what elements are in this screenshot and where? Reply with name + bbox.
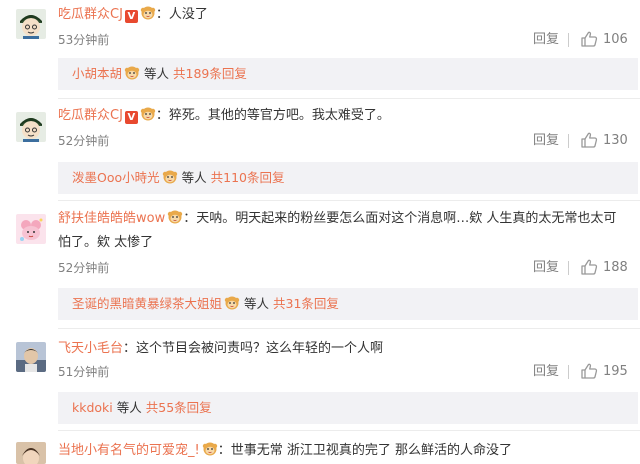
username-link[interactable]: 舒扶佳皓皓皓wow — [58, 211, 165, 226]
replies-summary[interactable]: kkdoki 等人 共55条回复 — [58, 392, 638, 424]
monkey-emoji-icon — [140, 107, 156, 121]
avatar[interactable] — [16, 112, 46, 142]
reply-button[interactable]: 回复 — [533, 364, 559, 380]
reply-count-link[interactable]: 共189条回复 — [173, 66, 247, 81]
comment-divider — [58, 328, 640, 329]
action-divider — [568, 134, 569, 148]
comment-text: ：这个节目会被问责吗？这么年轻的一个人啊 — [123, 341, 384, 356]
comment-item: 飞天小毛台：这个节目会被问责吗？这么年轻的一个人啊 51分钟前 回复 195 k… — [0, 330, 640, 430]
comment-text: ：世事无常 浙江卫视真的完了 那么鲜活的人命没了 — [217, 443, 512, 458]
reply-username-link[interactable]: 小胡本胡 — [72, 66, 122, 81]
action-divider — [568, 365, 569, 379]
comment-text: ：天呐。明天起来的粉丝要怎么面对这个消息啊…欸 人生真的太无常也太可 — [183, 211, 617, 226]
comment-time: 53分钟前 — [58, 33, 110, 47]
username-link[interactable]: 飞天小毛台 — [58, 341, 123, 356]
like-count: 106 — [603, 32, 628, 47]
comment-item: 吃瓜群众CJ V ：猝死。其他的等官方吧。我太难受了。 52分钟前 回复 130 泼… — [0, 100, 640, 200]
reply-count-link[interactable]: 共31条回复 — [273, 296, 339, 311]
username-link[interactable]: 吃瓜群众CJ — [58, 108, 123, 123]
reply-count-link[interactable]: 共55条回复 — [146, 400, 212, 415]
monkey-emoji-icon — [140, 6, 156, 20]
comment-header: 吃瓜群众CJ V ：猝死。其他的等官方吧。我太难受了。 — [58, 107, 390, 125]
comment-text: ：猝死。其他的等官方吧。我太难受了。 — [155, 108, 390, 123]
thumbs-up-icon[interactable] — [580, 258, 598, 276]
comment-time: 52分钟前 — [58, 134, 110, 148]
username-link[interactable]: 当地小有名气的可爱宠_! — [58, 443, 200, 458]
comment-header: 飞天小毛台：这个节目会被问责吗？这么年轻的一个人啊 — [58, 340, 383, 358]
comment-divider — [58, 98, 640, 99]
reply-button[interactable]: 回复 — [533, 32, 559, 48]
thumbs-up-icon[interactable] — [580, 362, 598, 380]
reply-etc-label: 等人 — [144, 66, 170, 81]
monkey-emoji-icon — [224, 296, 240, 310]
monkey-emoji-icon — [162, 170, 178, 184]
reply-username-link[interactable]: kkdoki — [72, 400, 113, 415]
avatar[interactable] — [16, 9, 46, 39]
monkey-emoji-icon — [167, 210, 183, 224]
monkey-emoji-icon — [124, 66, 140, 80]
verified-badge-icon: V — [124, 10, 138, 23]
reply-button[interactable]: 回复 — [533, 260, 559, 276]
comment-header: 吃瓜群众CJ V ：人没了 — [58, 6, 208, 24]
avatar[interactable] — [16, 214, 46, 244]
comment-item: 舒扶佳皓皓皓wow ：天呐。明天起来的粉丝要怎么面对这个消息啊…欸 人生真的太无常… — [0, 202, 640, 328]
comment-time: 52分钟前 — [58, 261, 110, 275]
thumbs-up-icon[interactable] — [580, 131, 598, 149]
reply-etc-label: 等人 — [181, 170, 207, 185]
comment-item: 当地小有名气的可爱宠_! ：世事无常 浙江卫视真的完了 那么鲜活的人命没了 — [0, 432, 640, 464]
monkey-emoji-icon — [202, 442, 218, 456]
comment-time: 51分钟前 — [58, 365, 110, 379]
reply-button[interactable]: 回复 — [533, 133, 559, 149]
avatar[interactable] — [16, 442, 46, 464]
reply-count-link[interactable]: 共110条回复 — [211, 170, 285, 185]
comment-header: 舒扶佳皓皓皓wow ：天呐。明天起来的粉丝要怎么面对这个消息啊…欸 人生真的太无常… — [58, 207, 628, 255]
action-divider — [568, 33, 569, 47]
thumbs-up-icon[interactable] — [580, 30, 598, 48]
verified-badge-icon: V — [124, 111, 138, 124]
action-divider — [568, 261, 569, 275]
like-count: 195 — [603, 364, 628, 379]
reply-username-link[interactable]: 圣诞的黑暗黄暴绿茶大姐姐 — [72, 296, 222, 311]
comment-divider — [58, 200, 640, 201]
reply-etc-label: 等人 — [244, 296, 270, 311]
comment-text-continued: 怕了。欸 太惨了 — [58, 235, 154, 250]
like-count: 188 — [603, 260, 628, 275]
avatar[interactable] — [16, 342, 46, 372]
reply-username-link[interactable]: 泼墨Ooo小時光 — [72, 170, 160, 185]
comment-divider — [58, 430, 640, 431]
comment-header: 当地小有名气的可爱宠_! ：世事无常 浙江卫视真的完了 那么鲜活的人命没了 — [58, 442, 512, 460]
replies-summary[interactable]: 圣诞的黑暗黄暴绿茶大姐姐 等人 共31条回复 — [58, 288, 638, 320]
comment-item: 吃瓜群众CJ V ：人没了 53分钟前 回复 106 小胡本胡 等人 共189条回复 — [0, 0, 640, 98]
comment-text: ：人没了 — [155, 7, 208, 22]
reply-etc-label: 等人 — [116, 400, 142, 415]
replies-summary[interactable]: 小胡本胡 等人 共189条回复 — [58, 58, 638, 90]
like-count: 130 — [603, 133, 628, 148]
replies-summary[interactable]: 泼墨Ooo小時光 等人 共110条回复 — [58, 162, 638, 194]
username-link[interactable]: 吃瓜群众CJ — [58, 7, 123, 22]
